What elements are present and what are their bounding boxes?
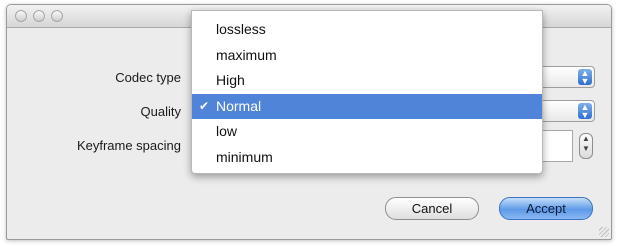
stepper-arrows-icon: ▲ ▼ [582,134,590,153]
popup-arrows-icon: ▲ ▼ [578,103,592,120]
quality-dropdown-menu: lossless maximum High ✔ Normal low minim… [191,10,543,174]
menu-item-normal[interactable]: ✔ Normal [192,93,542,119]
menu-item-label: low [216,123,238,139]
menu-item-label: Normal [216,97,262,114]
menu-item-label: High [216,72,245,88]
accept-button[interactable]: Accept [499,197,593,220]
menu-item-low[interactable]: low [192,119,542,145]
close-window-button[interactable] [15,10,27,22]
popup-arrows-icon: ▲ ▼ [578,69,592,86]
keyframe-spacing-label: Keyframe spacing [76,138,181,153]
codec-type-label: Codec type [115,70,181,85]
minimize-window-button[interactable] [33,10,45,22]
checkmark-icon: ✔ [199,98,210,113]
zoom-window-button[interactable] [51,10,63,22]
keyframe-spacing-stepper[interactable]: ▲ ▼ [579,133,593,159]
menu-item-lossless[interactable]: lossless [192,17,542,43]
resize-grip[interactable] [599,227,609,237]
quality-label: Quality [140,104,181,119]
menu-item-label: lossless [216,21,266,37]
cancel-button[interactable]: Cancel [385,197,479,220]
menu-item-minimum[interactable]: minimum [192,145,542,171]
menu-item-label: maximum [216,46,277,63]
menu-item-label: minimum [216,148,273,165]
menu-item-high[interactable]: High [192,68,542,94]
menu-item-maximum[interactable]: maximum [192,43,542,69]
